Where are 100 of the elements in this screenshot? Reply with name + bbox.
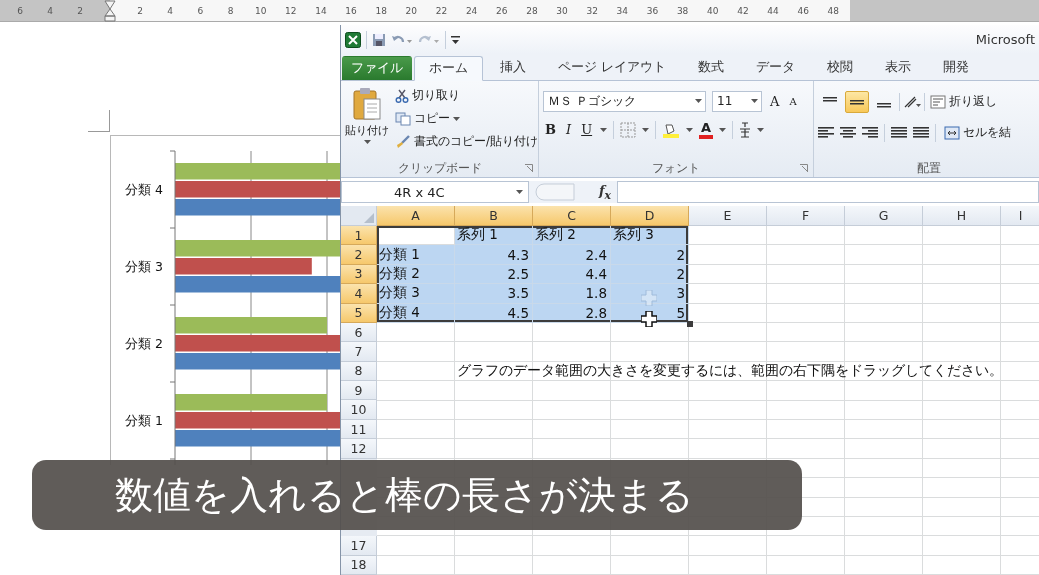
ribbon-tab[interactable]: 表示 xyxy=(870,54,926,80)
cell[interactable]: 分類 1 xyxy=(377,245,455,265)
ribbon-tab[interactable]: ページ レイアウト xyxy=(543,54,681,80)
row-header[interactable]: 5 xyxy=(341,303,377,323)
middle-align-icon[interactable] xyxy=(845,90,869,113)
increase-indent-icon[interactable] xyxy=(913,125,929,140)
align-right-icon[interactable] xyxy=(862,125,878,140)
cell[interactable]: 系列 2 xyxy=(533,225,611,246)
ribbon-tab[interactable]: 校閲 xyxy=(812,54,868,80)
italic-button[interactable]: I xyxy=(564,122,574,138)
cell[interactable]: 系列 1 xyxy=(455,225,533,246)
cell[interactable]: 4.4 xyxy=(533,264,611,285)
wrap-text-button[interactable]: 折り返し xyxy=(928,90,999,113)
column-header[interactable]: A xyxy=(377,205,455,226)
cell[interactable]: 2 xyxy=(611,245,689,265)
underline-button[interactable]: U xyxy=(579,122,595,138)
caret-icon xyxy=(719,127,727,132)
cell[interactable]: 2 xyxy=(611,264,689,285)
customize-icon[interactable] xyxy=(451,34,460,45)
shrink-font-button[interactable]: A xyxy=(787,95,799,107)
ribbon-tab[interactable]: 数式 xyxy=(683,54,739,80)
cell[interactable]: 2.5 xyxy=(455,264,533,285)
row-header[interactable]: 11 xyxy=(341,419,377,440)
ruler-number: 14 xyxy=(314,5,328,16)
cell[interactable]: 分類 3 xyxy=(377,284,455,304)
name-box[interactable]: 4R x 4C xyxy=(341,181,529,203)
merge-cells-button[interactable]: セルを結 xyxy=(942,121,1013,144)
cell[interactable]: 3.5 xyxy=(455,284,533,304)
cell[interactable]: 分類 4 xyxy=(377,303,455,323)
caret-icon xyxy=(600,127,608,132)
cell[interactable]: 3 xyxy=(611,284,689,304)
text-orientation-icon[interactable] xyxy=(903,94,921,109)
window-title: Microsoft xyxy=(975,32,1035,48)
ribbon-tab[interactable]: データ xyxy=(741,54,810,80)
row-header[interactable]: 18 xyxy=(341,555,377,575)
align-left-icon[interactable] xyxy=(818,125,834,140)
cell[interactable]: 4.3 xyxy=(455,245,533,265)
ruler-number: 2 xyxy=(136,5,144,16)
ribbon-tab[interactable]: 開発 xyxy=(928,54,984,80)
format-painter-button[interactable]: 書式のコピー/貼り付け xyxy=(393,130,540,153)
caption-text: 数値を入れると棒の長さが決まる xyxy=(115,471,694,519)
row-header[interactable]: 9 xyxy=(341,381,377,401)
ruler-number: 8 xyxy=(226,5,235,16)
cell[interactable]: 系列 3 xyxy=(611,225,689,246)
ruler-number: 24 xyxy=(464,5,479,16)
row-header[interactable]: 2 xyxy=(341,245,377,265)
fill-color-icon[interactable] xyxy=(662,121,681,138)
ruler-number: 10 xyxy=(253,5,268,16)
row-header[interactable]: 1 xyxy=(341,225,377,246)
cut-button[interactable]: 切り取り xyxy=(393,84,540,107)
caret-icon xyxy=(453,116,460,121)
formula-input[interactable] xyxy=(617,181,1039,203)
cell[interactable]: 2.8 xyxy=(533,303,611,323)
row-header[interactable]: 4 xyxy=(341,284,377,304)
cell[interactable]: 分類 2 xyxy=(377,264,455,285)
column-header[interactable]: C xyxy=(533,205,611,226)
caret-icon xyxy=(363,139,371,144)
mouse-cursor-icon xyxy=(641,310,657,327)
font-name-field[interactable]: ＭＳ Ｐゴシック xyxy=(543,90,706,112)
faded-plus-cursor-icon xyxy=(641,289,657,306)
ruler-number: 40 xyxy=(706,5,720,16)
column-header[interactable]: F xyxy=(767,205,845,226)
column-header[interactable]: I xyxy=(1001,205,1039,226)
grow-font-button[interactable]: A xyxy=(768,93,782,109)
row-header[interactable]: 3 xyxy=(341,264,377,285)
dialog-launcher-icon[interactable] xyxy=(800,164,808,173)
insert-function-button[interactable]: f$_{x}$ xyxy=(598,182,611,202)
column-header[interactable]: G xyxy=(845,205,923,226)
ribbon-tab[interactable]: ホーム xyxy=(414,55,483,81)
phonetic-guide-icon[interactable] xyxy=(739,121,752,138)
row-header[interactable]: 8 xyxy=(341,361,377,382)
cell[interactable]: 2.4 xyxy=(533,245,611,265)
row-header[interactable]: 10 xyxy=(341,400,377,420)
font-color-button[interactable]: A xyxy=(699,120,714,139)
align-center-icon[interactable] xyxy=(840,125,856,140)
fill-handle[interactable] xyxy=(687,320,693,327)
row-header[interactable]: 7 xyxy=(341,342,377,362)
copy-button[interactable]: コピー xyxy=(393,107,540,130)
ruler-number: 26 xyxy=(495,5,509,16)
column-header[interactable]: B xyxy=(455,205,533,226)
font-size-field[interactable]: 11 xyxy=(712,90,762,112)
row-header[interactable]: 6 xyxy=(341,322,377,343)
row-header[interactable]: 12 xyxy=(341,439,377,459)
cell[interactable]: 1.8 xyxy=(533,284,611,304)
dialog-launcher-icon[interactable] xyxy=(525,164,533,173)
bold-button[interactable]: B xyxy=(543,122,558,138)
ruler-number: 22 xyxy=(434,5,449,16)
indent-marker-icon[interactable] xyxy=(104,0,116,22)
file-tab[interactable]: ファイル xyxy=(342,55,412,80)
decrease-indent-icon[interactable] xyxy=(891,125,907,140)
column-header[interactable]: D xyxy=(611,205,689,226)
column-header[interactable]: H xyxy=(923,205,1001,226)
cell-text: グラフのデータ範囲の大きさを変更するには、範囲の右下隅をドラッグしてください。 xyxy=(457,361,1003,381)
row-header[interactable]: 17 xyxy=(341,536,377,556)
column-header[interactable]: E xyxy=(689,205,767,226)
paste-button[interactable]: 貼り付け xyxy=(345,84,389,160)
cell[interactable]: 4.5 xyxy=(455,303,533,323)
save-icon[interactable] xyxy=(372,32,386,47)
active-cell[interactable] xyxy=(377,225,455,246)
ribbon-tab[interactable]: 挿入 xyxy=(485,54,541,80)
